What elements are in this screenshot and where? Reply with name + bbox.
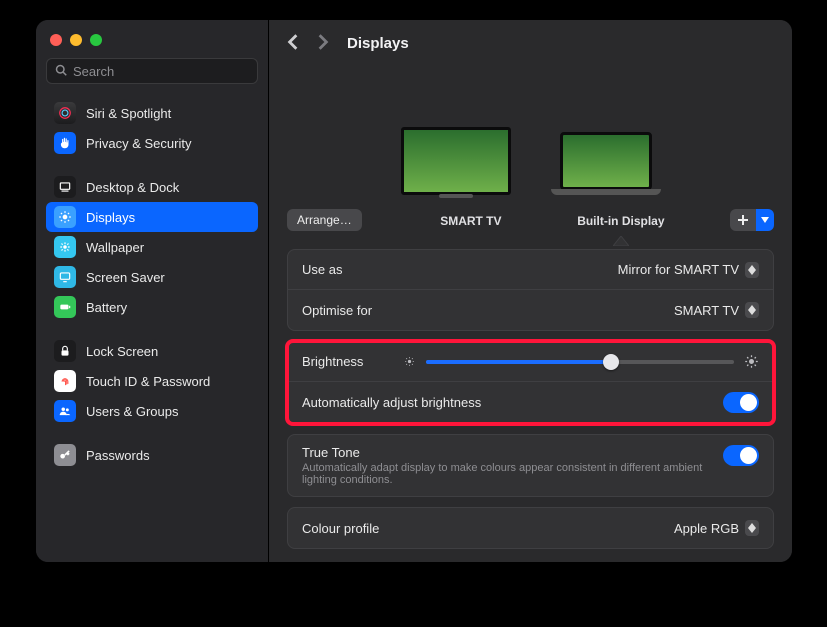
lock-icon [54, 340, 76, 362]
laptop-icon [551, 132, 661, 195]
window-controls [46, 30, 258, 58]
settings-panel-use-as: Use as Mirror for SMART TV Optimise for … [287, 249, 774, 331]
display-builtin[interactable] [551, 132, 661, 195]
colour-profile-select[interactable]: Apple RGB [674, 520, 759, 536]
sidebar-item-wallpaper[interactable]: Wallpaper [46, 232, 258, 262]
display-smart-tv[interactable] [401, 127, 511, 195]
sidebar-item-label: Battery [86, 300, 127, 315]
fingerprint-icon [54, 370, 76, 392]
colour-profile-label: Colour profile [302, 521, 379, 536]
screensaver-icon [54, 266, 76, 288]
selected-display-pointer-icon [613, 234, 629, 244]
use-as-value: Mirror for SMART TV [618, 262, 739, 277]
brightness-slider[interactable] [426, 360, 734, 364]
optimise-label: Optimise for [302, 303, 372, 318]
key-icon [54, 444, 76, 466]
row-colour-profile: Colour profile Apple RGB [288, 508, 773, 548]
truetone-label: True Tone [302, 445, 722, 460]
sidebar-item-lock-screen[interactable]: Lock Screen [46, 336, 258, 366]
sidebar-item-label: Displays [86, 210, 135, 225]
siri-icon [54, 102, 76, 124]
header: Displays [269, 20, 792, 67]
sidebar-item-label: Lock Screen [86, 344, 158, 359]
add-display-button[interactable] [730, 209, 756, 231]
search-icon [55, 64, 67, 79]
sidebar-item-privacy-security[interactable]: Privacy & Security [46, 128, 258, 158]
sidebar-item-passwords[interactable]: Passwords [46, 440, 258, 470]
wallpaper-icon [54, 236, 76, 258]
sidebar-item-label: Privacy & Security [86, 136, 191, 151]
sidebar-list: Siri & Spotlight Privacy & Security Desk… [46, 98, 258, 562]
truetone-desc: Automatically adapt display to make colo… [302, 462, 722, 486]
add-display-dropdown[interactable] [756, 209, 774, 231]
sidebar-item-screen-saver[interactable]: Screen Saver [46, 262, 258, 292]
brightness-icon [54, 206, 76, 228]
main-pane: Displays Arrange… SMART TV [269, 20, 792, 562]
optimise-value: SMART TV [674, 303, 739, 318]
row-brightness: Brightness [288, 342, 773, 382]
battery-icon [54, 296, 76, 318]
content: Arrange… SMART TV Built-in Display [269, 67, 792, 562]
auto-brightness-toggle[interactable] [723, 392, 759, 413]
use-as-label: Use as [302, 262, 342, 277]
auto-brightness-label: Automatically adjust brightness [302, 395, 481, 410]
colour-profile-value: Apple RGB [674, 521, 739, 536]
users-icon [54, 400, 76, 422]
search-field[interactable] [46, 58, 258, 84]
display-caption-builtin: Built-in Display [577, 214, 664, 228]
sidebar-item-label: Touch ID & Password [86, 374, 210, 389]
sidebar-item-battery[interactable]: Battery [46, 292, 258, 322]
search-input[interactable] [73, 64, 249, 79]
display-caption-tv: SMART TV [440, 214, 501, 228]
arrange-label: Arrange… [297, 213, 352, 227]
system-settings-window: Siri & Spotlight Privacy & Security Desk… [36, 20, 792, 562]
row-true-tone: True Tone Automatically adapt display to… [288, 435, 773, 496]
dock-icon [54, 176, 76, 198]
chevron-updown-icon [745, 302, 759, 318]
chevron-updown-icon [745, 520, 759, 536]
forward-button[interactable] [317, 33, 329, 54]
sidebar-item-siri-spotlight[interactable]: Siri & Spotlight [46, 98, 258, 128]
nav-arrows [287, 33, 329, 54]
brightness-high-icon [744, 354, 759, 369]
close-window-button[interactable] [50, 34, 62, 46]
sidebar-item-label: Users & Groups [86, 404, 178, 419]
chevron-updown-icon [745, 262, 759, 278]
sidebar-item-touch-id-password[interactable]: Touch ID & Password [46, 366, 258, 396]
sidebar-item-label: Desktop & Dock [86, 180, 179, 195]
settings-panel-colour-profile: Colour profile Apple RGB [287, 507, 774, 549]
sidebar-item-label: Siri & Spotlight [86, 106, 171, 121]
add-display-group [730, 209, 774, 231]
sidebar-item-label: Screen Saver [86, 270, 165, 285]
sidebar-item-desktop-dock[interactable]: Desktop & Dock [46, 172, 258, 202]
sidebar-item-label: Passwords [86, 448, 150, 463]
brightness-label: Brightness [302, 354, 363, 369]
sidebar-item-label: Wallpaper [86, 240, 144, 255]
hand-icon [54, 132, 76, 154]
row-optimise-for: Optimise for SMART TV [288, 290, 773, 330]
page-title: Displays [347, 35, 409, 52]
zoom-window-button[interactable] [90, 34, 102, 46]
sidebar: Siri & Spotlight Privacy & Security Desk… [36, 20, 269, 562]
arrange-button[interactable]: Arrange… [287, 209, 362, 231]
sidebar-item-displays[interactable]: Displays [46, 202, 258, 232]
row-auto-brightness: Automatically adjust brightness [288, 382, 773, 423]
monitor-icon [401, 127, 511, 195]
brightness-low-icon [403, 355, 416, 368]
settings-panel-truetone: True Tone Automatically adapt display to… [287, 434, 774, 497]
optimise-select[interactable]: SMART TV [674, 302, 759, 318]
row-use-as: Use as Mirror for SMART TV [288, 250, 773, 290]
minimize-window-button[interactable] [70, 34, 82, 46]
truetone-toggle[interactable] [723, 445, 759, 466]
back-button[interactable] [287, 33, 299, 54]
settings-panel-brightness: Brightness A [287, 341, 774, 424]
display-picker [287, 75, 774, 195]
sidebar-item-users-groups[interactable]: Users & Groups [46, 396, 258, 426]
use-as-select[interactable]: Mirror for SMART TV [618, 262, 759, 278]
